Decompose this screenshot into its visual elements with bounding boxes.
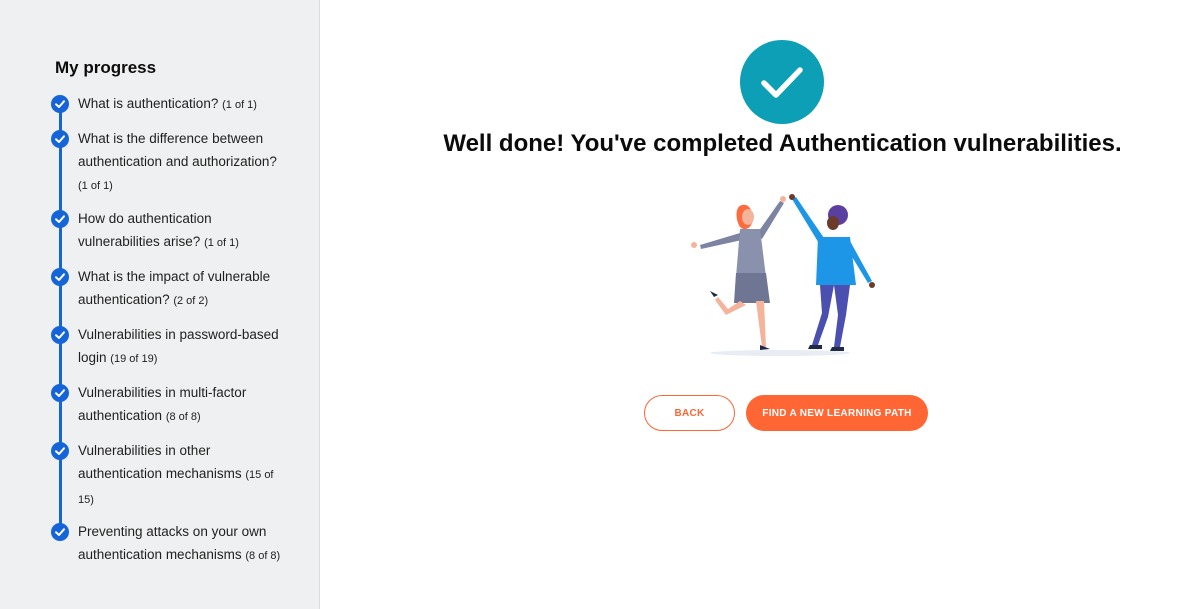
sidebar-title: My progress xyxy=(55,58,157,77)
progress-item-label: Preventing attacks on your own authentic… xyxy=(78,524,267,562)
progress-item-count: (8 of 8) xyxy=(245,550,281,562)
progress-item-count: (19 of 19) xyxy=(110,353,158,365)
checkmark-icon xyxy=(740,40,824,124)
check-circle-icon xyxy=(51,210,69,228)
progress-item-label: Vulnerabilities in other authentication … xyxy=(78,443,242,481)
progress-item-label: What is authentication? xyxy=(78,96,219,111)
progress-timeline xyxy=(59,104,62,534)
check-circle-icon xyxy=(51,95,69,113)
woman-right-figure xyxy=(789,194,875,351)
sidebar: My progress What is authentication? (1 o… xyxy=(0,0,320,609)
find-learning-path-button[interactable]: FIND A NEW LEARNING PATH xyxy=(746,395,928,431)
high-five-illustration xyxy=(691,194,875,356)
completion-headline: Well done! You've completed Authenticati… xyxy=(443,130,1122,157)
progress-item-label: Vulnerabilities in password-based login xyxy=(78,327,279,365)
progress-item-count: (8 of 8) xyxy=(165,411,201,423)
check-circle-icon xyxy=(51,268,69,286)
progress-item-label: Vulnerabilities in multi-factor authenti… xyxy=(78,385,247,423)
progress-item-count: (1 of 1) xyxy=(78,180,113,192)
check-circle-icon xyxy=(51,523,69,541)
check-circle-icon xyxy=(51,326,69,344)
back-button[interactable]: BACK xyxy=(644,395,735,431)
woman-left-figure xyxy=(691,196,786,350)
progress-item-count: (1 of 1) xyxy=(204,237,239,249)
check-circle-icon xyxy=(51,130,69,148)
progress-item-label: How do authentication vulnerabilities ar… xyxy=(78,211,212,249)
progress-item-count: (1 of 1) xyxy=(222,99,257,111)
progress-item-count: (2 of 2) xyxy=(173,295,209,307)
check-circle-icon xyxy=(51,442,69,460)
check-circle-icon xyxy=(51,384,69,402)
progress-item-label: What is the difference between authentic… xyxy=(78,131,277,169)
